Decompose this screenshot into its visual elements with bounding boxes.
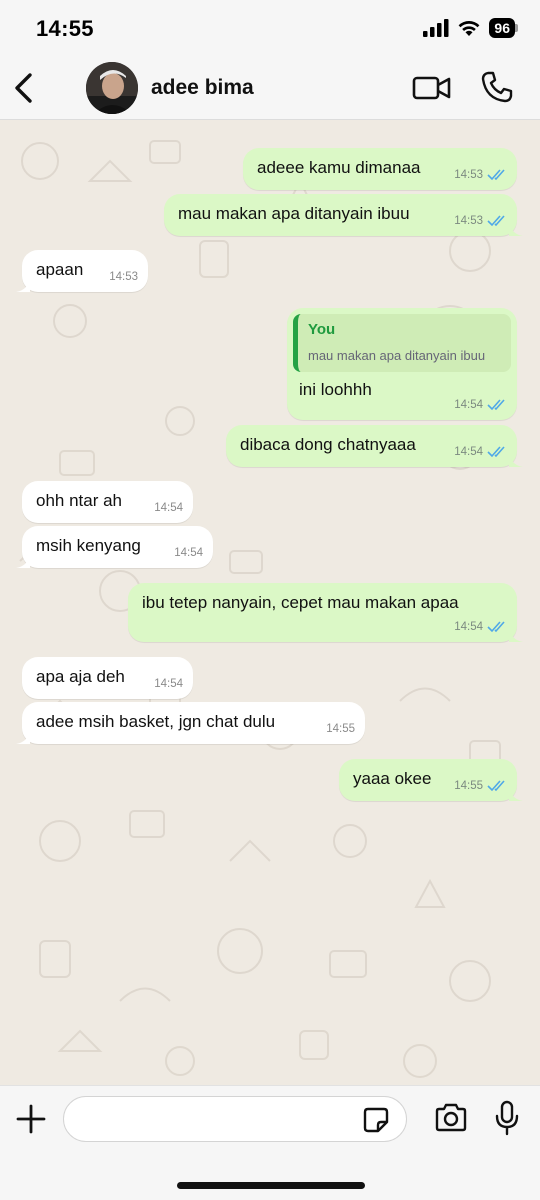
message-meta: 14:53 bbox=[454, 165, 507, 185]
message-time: 14:54 bbox=[454, 621, 483, 633]
camera-icon[interactable] bbox=[434, 1103, 468, 1133]
message-meta: 14:54 bbox=[154, 674, 183, 694]
message-bubble-outgoing[interactable]: yaaa okee 14:55 bbox=[339, 759, 523, 801]
quoted-message[interactable]: You mau makan apa ditanyain ibuu bbox=[293, 314, 511, 372]
input-bar bbox=[0, 1085, 540, 1200]
message-bubble-incoming[interactable]: apa aja deh 14:54 bbox=[22, 657, 193, 699]
message-bubble-outgoing[interactable]: dibaca dong chatnyaaa 14:54 bbox=[226, 425, 523, 467]
message-text: ini loohhh bbox=[299, 380, 372, 399]
plus-icon[interactable] bbox=[14, 1102, 48, 1136]
message-meta: 14:55 bbox=[326, 719, 355, 739]
status-icons: 96 bbox=[423, 18, 518, 38]
read-ticks-icon bbox=[487, 621, 505, 633]
message-time: 14:53 bbox=[454, 169, 483, 181]
phone-icon[interactable] bbox=[480, 70, 514, 104]
message-bubble-incoming[interactable]: ohh ntar ah 14:54 bbox=[22, 481, 193, 523]
message-bubble-incoming[interactable]: adee msih basket, jgn chat dulu 14:55 bbox=[16, 702, 365, 744]
message-meta: 14:54 bbox=[454, 395, 507, 415]
message-meta: 14:55 bbox=[454, 776, 507, 796]
quoted-text: mau makan apa ditanyain ibuu bbox=[308, 348, 486, 363]
message-time: 14:54 bbox=[154, 678, 183, 690]
message-time: 14:53 bbox=[454, 215, 483, 227]
bubble-tail bbox=[509, 453, 523, 467]
quoted-author: You bbox=[308, 321, 336, 338]
message-meta: 14:54 bbox=[174, 543, 203, 563]
status-time: 14:55 bbox=[36, 16, 94, 41]
message-time: 14:55 bbox=[326, 723, 355, 735]
message-bubble-incoming[interactable]: msih kenyang 14:54 bbox=[16, 526, 213, 568]
bubble-tail bbox=[509, 628, 523, 642]
message-text: adeee kamu dimanaa bbox=[257, 158, 421, 177]
bubble-tail bbox=[16, 278, 30, 292]
microphone-icon[interactable] bbox=[494, 1100, 520, 1136]
message-meta: 14:54 bbox=[154, 498, 183, 518]
home-indicator bbox=[177, 1182, 365, 1189]
message-meta: 14:53 bbox=[109, 267, 138, 287]
read-ticks-icon bbox=[487, 169, 505, 181]
bubble-tail bbox=[509, 222, 523, 236]
chat-header: adee bima bbox=[0, 56, 540, 120]
message-text: yaaa okee bbox=[353, 769, 432, 788]
avatar[interactable] bbox=[86, 62, 138, 114]
battery-icon: 96 bbox=[489, 18, 518, 38]
message-time: 14:54 bbox=[154, 502, 183, 514]
message-text: dibaca dong chatnyaaa bbox=[240, 435, 416, 454]
message-text: apaan bbox=[36, 260, 84, 279]
message-bubble-outgoing[interactable]: You mau makan apa ditanyain ibuu ini loo… bbox=[287, 308, 517, 420]
sticker-icon[interactable] bbox=[362, 1106, 390, 1134]
battery-level: 96 bbox=[489, 18, 515, 38]
wifi-icon bbox=[459, 21, 480, 36]
message-bubble-incoming[interactable]: apaan 14:53 bbox=[16, 250, 148, 292]
message-bubble-outgoing[interactable]: mau makan apa ditanyain ibuu 14:53 bbox=[164, 194, 523, 236]
bubble-tail bbox=[16, 554, 30, 568]
message-time: 14:54 bbox=[454, 399, 483, 411]
message-text: mau makan apa ditanyain ibuu bbox=[178, 204, 410, 223]
message-bubble-outgoing[interactable]: adeee kamu dimanaa 14:53 bbox=[243, 148, 517, 190]
message-text: ohh ntar ah bbox=[36, 491, 123, 510]
message-time: 14:54 bbox=[174, 547, 203, 559]
contact-name[interactable]: adee bima bbox=[151, 76, 254, 100]
read-ticks-icon bbox=[487, 446, 505, 458]
read-ticks-icon bbox=[487, 780, 505, 792]
message-time: 14:55 bbox=[454, 780, 483, 792]
read-ticks-icon bbox=[487, 399, 505, 411]
message-meta: 14:53 bbox=[454, 211, 507, 231]
message-input[interactable] bbox=[63, 1096, 407, 1142]
video-call-icon[interactable] bbox=[412, 74, 452, 102]
message-meta: 14:54 bbox=[454, 617, 507, 637]
status-bar: 14:55 96 bbox=[0, 0, 540, 56]
message-time: 14:54 bbox=[454, 446, 483, 458]
message-bubble-outgoing[interactable]: ibu tetep nanyain, cepet mau makan apaa … bbox=[128, 583, 523, 642]
message-time: 14:53 bbox=[109, 271, 138, 283]
message-text: ibu tetep nanyain, cepet mau makan apaa bbox=[142, 593, 459, 612]
chat-area[interactable]: adeee kamu dimanaa 14:53 mau makan apa d… bbox=[0, 121, 540, 1085]
battery-nub bbox=[515, 24, 518, 32]
bubble-tail bbox=[16, 730, 30, 744]
signal-icon bbox=[423, 19, 449, 37]
bubble-tail bbox=[509, 787, 523, 801]
message-text: adee msih basket, jgn chat dulu bbox=[36, 712, 276, 731]
message-text: msih kenyang bbox=[36, 536, 141, 555]
back-icon[interactable] bbox=[10, 70, 38, 106]
message-meta: 14:54 bbox=[454, 442, 507, 462]
read-ticks-icon bbox=[487, 215, 505, 227]
message-text: apa aja deh bbox=[36, 667, 125, 686]
